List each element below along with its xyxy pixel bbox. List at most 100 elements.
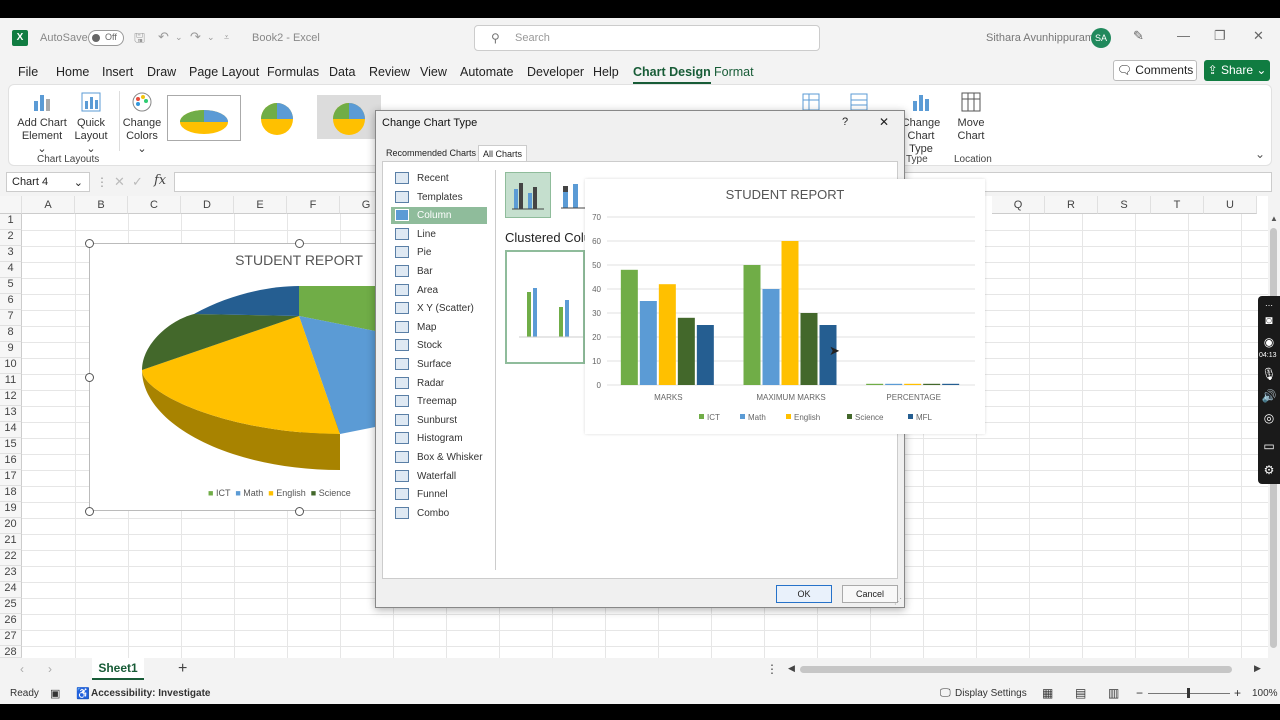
tab-home[interactable]: Home <box>56 65 89 79</box>
page-layout-view-icon[interactable]: ▤ <box>1075 686 1086 700</box>
row-header[interactable]: 26 <box>0 614 22 630</box>
row-header[interactable]: 6 <box>0 294 22 310</box>
tab-all-charts[interactable]: All Charts <box>478 145 528 161</box>
row-header[interactable]: 27 <box>0 630 22 646</box>
row-header[interactable]: 25 <box>0 598 22 614</box>
row-header[interactable]: 8 <box>0 326 22 342</box>
scroll-up-icon[interactable]: ▲ <box>1270 214 1278 223</box>
next-sheet-icon[interactable]: › <box>48 662 52 676</box>
row-header[interactable]: 15 <box>0 438 22 454</box>
chart-type-box-whisker[interactable]: Box & Whisker <box>391 449 487 466</box>
redo-icon[interactable]: ↷ <box>190 29 201 45</box>
column-header[interactable]: R <box>1045 196 1098 214</box>
chart-type-templates[interactable]: Templates <box>391 189 487 206</box>
row-header[interactable]: 18 <box>0 486 22 502</box>
tab-recommended-charts[interactable]: Recommended Charts <box>382 145 480 161</box>
row-header[interactable]: 20 <box>0 518 22 534</box>
cancel-entry-icon[interactable]: ✕ <box>114 174 125 190</box>
row-header[interactable]: 16 <box>0 454 22 470</box>
column-header[interactable]: F <box>287 196 340 214</box>
chart-type-funnel[interactable]: Funnel <box>391 486 487 503</box>
minimize-icon[interactable]: — <box>1177 28 1190 43</box>
chart-type-bar[interactable]: Bar <box>391 263 487 280</box>
chart-style-1[interactable] <box>167 95 241 141</box>
tab-chart-design[interactable]: Chart Design <box>633 65 711 84</box>
resize-handle-sw[interactable] <box>85 507 94 516</box>
dialog-resize-grip-icon[interactable]: ⋰ <box>894 597 902 606</box>
undo-icon[interactable]: ↶ <box>158 29 169 45</box>
resize-handle-w[interactable] <box>85 373 94 382</box>
collapse-ribbon-icon[interactable]: ⌄ <box>1255 147 1265 161</box>
webcam-icon[interactable]: ◎ <box>1261 410 1277 426</box>
row-header[interactable]: 22 <box>0 550 22 566</box>
row-header[interactable]: 4 <box>0 262 22 278</box>
row-header[interactable]: 12 <box>0 390 22 406</box>
close-icon[interactable]: ✕ <box>1253 28 1264 44</box>
zoom-in-icon[interactable]: + <box>1234 686 1241 700</box>
name-box[interactable]: Chart 4 ⌄ <box>6 172 90 192</box>
chart-type-column[interactable]: Column <box>391 207 487 225</box>
row-header[interactable]: 19 <box>0 502 22 518</box>
tab-file[interactable]: File <box>18 65 38 79</box>
row-header[interactable]: 23 <box>0 566 22 582</box>
chart-type-sunburst[interactable]: Sunburst <box>391 412 487 429</box>
column-header[interactable]: C <box>128 196 181 214</box>
row-header[interactable]: 7 <box>0 310 22 326</box>
chart-type-radar[interactable]: Radar <box>391 375 487 392</box>
ok-button[interactable]: OK <box>776 585 832 603</box>
pen-icon[interactable]: ✎ <box>1133 28 1144 44</box>
confirm-entry-icon[interactable]: ✓ <box>132 174 143 190</box>
share-button[interactable]: ⇪ Share ⌄ <box>1204 60 1270 81</box>
subtype-preview-thumbnail[interactable] <box>505 250 585 364</box>
microphone-icon[interactable]: 🎙 <box>1261 366 1277 382</box>
column-header[interactable]: Q <box>992 196 1045 214</box>
speaker-icon[interactable]: 🔊 <box>1261 388 1277 404</box>
redo-dropdown-icon[interactable]: ⌄ <box>207 32 215 43</box>
resize-handle-nw[interactable] <box>85 239 94 248</box>
dialog-close-button[interactable]: ✕ <box>879 115 889 129</box>
normal-view-icon[interactable]: ▦ <box>1042 686 1053 700</box>
tab-draw[interactable]: Draw <box>147 65 176 79</box>
resize-handle-s[interactable] <box>295 507 304 516</box>
restore-icon[interactable]: ❐ <box>1214 28 1226 44</box>
record-icon[interactable]: ◉ <box>1261 334 1277 350</box>
subtype-clustered-column[interactable] <box>505 172 551 218</box>
row-header[interactable]: 17 <box>0 470 22 486</box>
column-header[interactable]: D <box>181 196 234 214</box>
change-colors-button[interactable]: Change Colors ⌄ <box>121 91 163 156</box>
row-header[interactable]: 3 <box>0 246 22 262</box>
row-header[interactable]: 13 <box>0 406 22 422</box>
avatar[interactable]: SA <box>1091 28 1111 48</box>
chart-type-combo[interactable]: Combo <box>391 505 487 522</box>
insert-function-icon[interactable]: fx <box>154 173 166 188</box>
tab-insert[interactable]: Insert <box>102 65 133 79</box>
chart-type-stock[interactable]: Stock <box>391 337 487 354</box>
undo-dropdown-icon[interactable]: ⌄ <box>175 32 183 43</box>
change-chart-type-button[interactable]: Change Chart Type <box>901 91 941 156</box>
column-header[interactable]: T <box>1151 196 1204 214</box>
chart-type-line[interactable]: Line <box>391 226 487 243</box>
gear-icon[interactable]: ⚙ <box>1261 462 1277 478</box>
macro-record-icon[interactable]: ▣ <box>50 687 60 700</box>
row-header[interactable]: 21 <box>0 534 22 550</box>
tab-developer[interactable]: Developer <box>527 65 584 79</box>
column-header[interactable]: E <box>234 196 287 214</box>
zoom-level[interactable]: 100% <box>1252 688 1278 699</box>
accessibility-status[interactable]: Accessibility: Investigate <box>91 688 211 699</box>
zoom-out-icon[interactable]: − <box>1136 686 1143 700</box>
chart-type-area[interactable]: Area <box>391 282 487 299</box>
chart-type-waterfall[interactable]: Waterfall <box>391 468 487 485</box>
tab-view[interactable]: View <box>420 65 447 79</box>
column-header[interactable]: A <box>22 196 75 214</box>
tab-formulas[interactable]: Formulas <box>267 65 319 79</box>
display-settings-icon[interactable]: 🖵 <box>940 687 951 700</box>
select-all-corner[interactable] <box>0 196 22 214</box>
add-chart-element-button[interactable]: Add Chart Element ⌄ <box>17 91 67 156</box>
row-header[interactable]: 1 <box>0 214 22 230</box>
chart-style-3[interactable] <box>317 95 381 139</box>
search-box[interactable]: ⚲ Search <box>474 25 820 51</box>
row-header[interactable]: 9 <box>0 342 22 358</box>
move-chart-button[interactable]: Move Chart <box>953 91 989 143</box>
prev-sheet-icon[interactable]: ‹ <box>20 662 24 676</box>
tab-review[interactable]: Review <box>369 65 410 79</box>
